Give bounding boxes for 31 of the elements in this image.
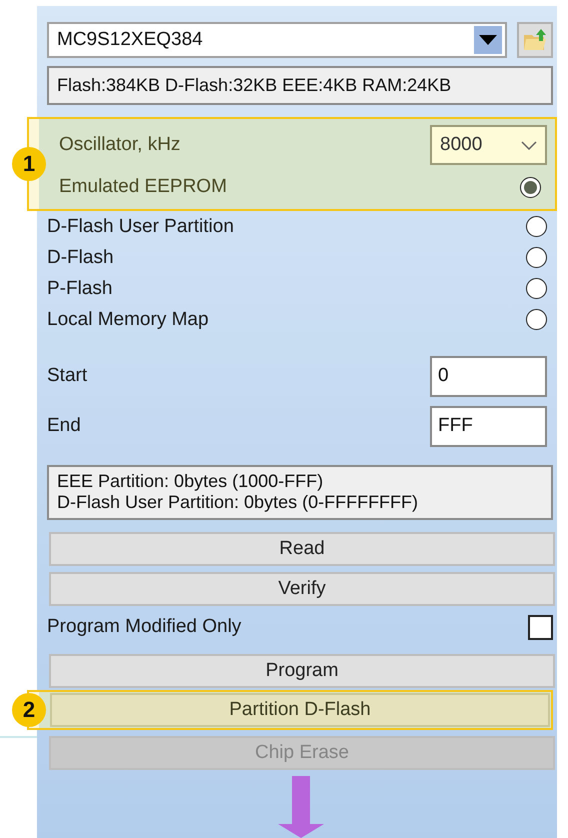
range-label: Start [47, 365, 88, 387]
oscillator-dropdown[interactable]: 8000 [430, 125, 547, 165]
radio-button[interactable] [526, 278, 547, 299]
down-arrow-icon [278, 776, 324, 838]
dropdown-arrow-icon [479, 34, 497, 46]
range-label: End [47, 415, 81, 437]
action-button[interactable]: Verify [49, 572, 555, 606]
range-input-field[interactable]: 0 [430, 356, 547, 396]
callout-badge: 2 [12, 693, 46, 727]
range-input-field[interactable]: FFF [430, 406, 547, 446]
partition-info-text: EEE Partition: 0bytes (1000-FFF) D-Flash User Partition: 0bytes (0-FFFFFFFF) [47, 465, 553, 520]
radio-button[interactable] [526, 309, 547, 330]
memory-option-label: D-Flash [47, 246, 114, 268]
memory-option-label: D-Flash User Partition [47, 216, 234, 238]
radio-button[interactable] [526, 216, 547, 237]
checkbox-label: Program Modified Only [47, 616, 242, 638]
callout-badge: 1 [12, 147, 46, 181]
device-info-text: Flash:384KB D-Flash:32KB EEE:4KB RAM:24KB [47, 66, 553, 105]
radio-button[interactable] [520, 176, 541, 198]
oscillator-label: Oscillator, kHz [59, 134, 180, 156]
folder-upload-icon [522, 27, 548, 53]
memory-option-label: P-Flash [47, 278, 112, 300]
memory-option-label: Local Memory Map [47, 308, 209, 330]
action-button[interactable]: Partition D-Flash [50, 693, 550, 727]
radio-button[interactable] [526, 247, 547, 268]
chevron-down-icon [521, 140, 537, 150]
device-dropdown[interactable]: MC9S12XEQ384 [47, 22, 507, 58]
checkbox[interactable] [528, 614, 553, 640]
memory-option-label: Emulated EEPROM [59, 176, 227, 198]
action-button[interactable]: Program [49, 654, 555, 688]
action-button[interactable]: Read [49, 532, 555, 566]
